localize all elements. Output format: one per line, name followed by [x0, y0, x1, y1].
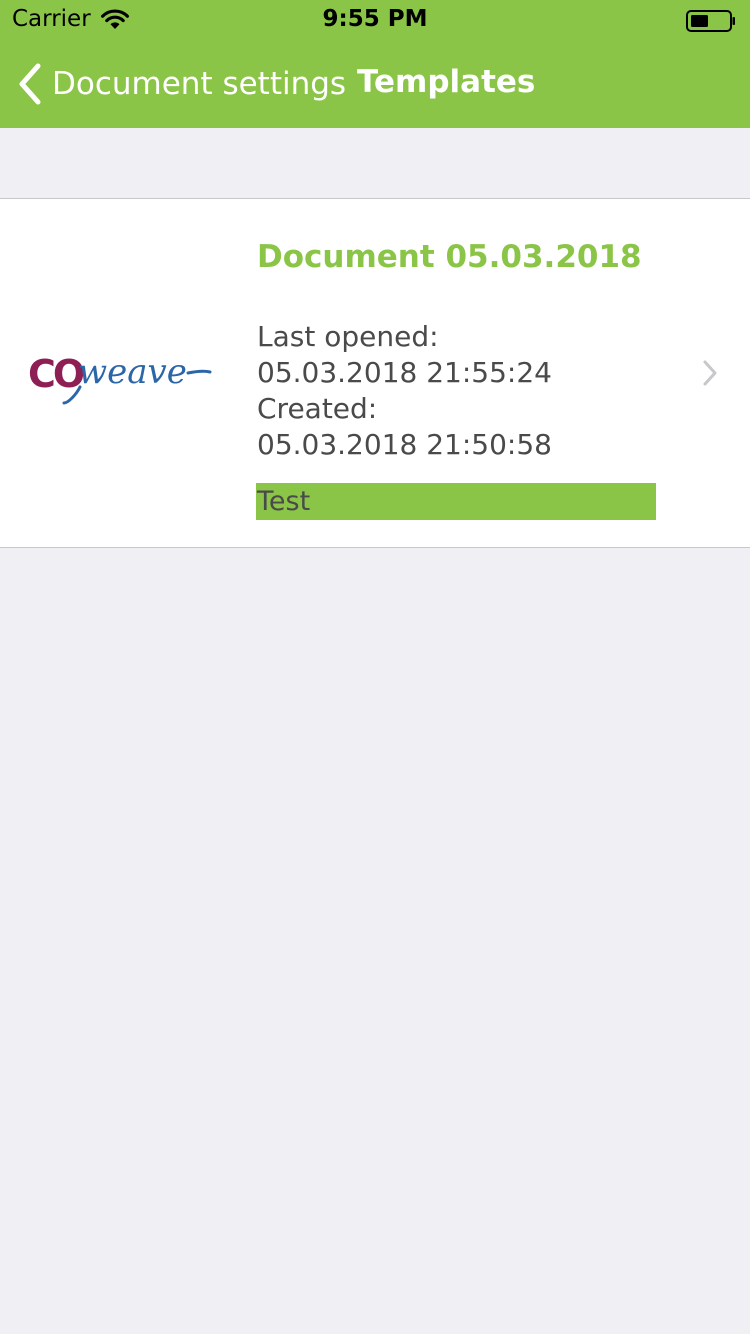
- document-list-item[interactable]: CO weave Document 05.03.2018 Last opened…: [0, 198, 750, 548]
- navigation-bar: Document settings Templates: [0, 40, 750, 128]
- created-value: 05.03.2018 21:50:58: [257, 428, 552, 461]
- svg-text:CO: CO: [28, 352, 84, 396]
- back-button[interactable]: Document settings: [16, 62, 346, 106]
- svg-text:weave: weave: [78, 352, 187, 392]
- tag-label: Test: [257, 486, 311, 517]
- chevron-left-icon: [16, 62, 42, 106]
- tag-badge: Test: [256, 483, 656, 520]
- status-time: 9:55 PM: [322, 6, 428, 32]
- created-label: Created:: [257, 392, 378, 425]
- header: Carrier 9:55 PM Document settings Templa…: [0, 0, 750, 128]
- chevron-right-icon: [700, 359, 720, 387]
- page-title: Templates: [357, 64, 536, 100]
- last-opened-value: 05.03.2018 21:55:24: [257, 356, 552, 389]
- document-title: Document 05.03.2018: [257, 239, 642, 275]
- coweave-logo: CO weave: [28, 345, 212, 405]
- last-opened-label: Last opened:: [257, 320, 439, 353]
- battery-icon: [686, 10, 736, 36]
- back-button-label: Document settings: [52, 66, 347, 102]
- status-bar: Carrier 9:55 PM: [0, 0, 750, 40]
